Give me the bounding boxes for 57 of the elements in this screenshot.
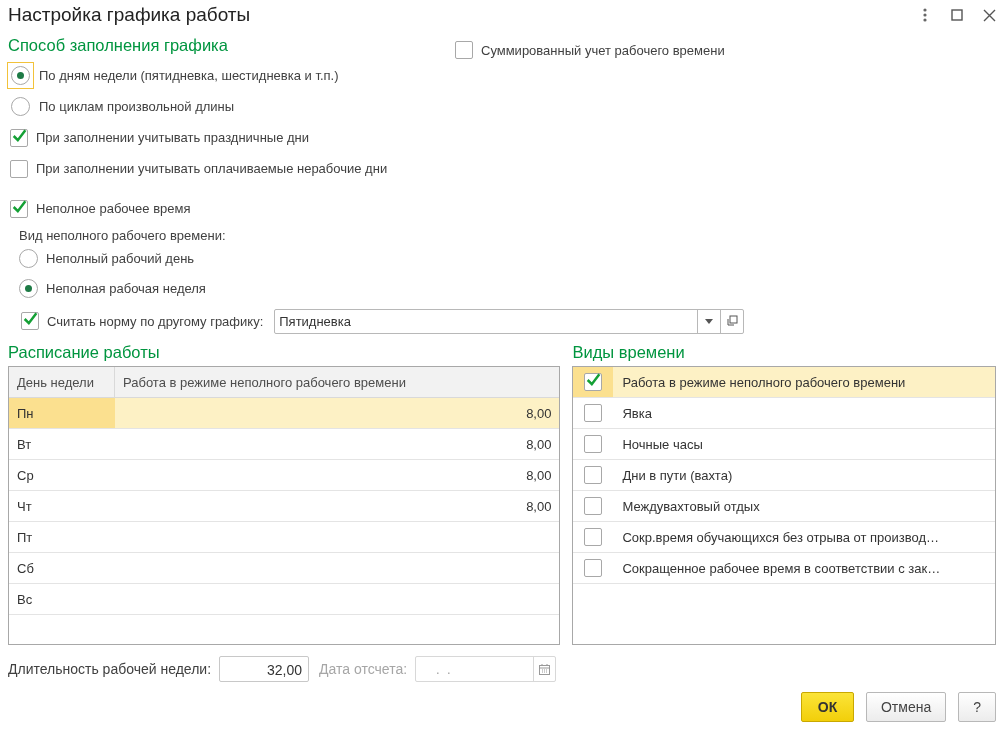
checkbox[interactable]: [10, 199, 28, 218]
window-title: Настройка графика работы: [8, 4, 251, 26]
radio-button[interactable]: [11, 97, 30, 116]
table-cell-text: 8,00: [525, 436, 553, 454]
checkbox-label[interactable]: Считать норму по другому графику:: [47, 313, 264, 329]
table-cell-text: 8,00: [525, 405, 553, 423]
checkbox[interactable]: [455, 41, 473, 59]
section-title: Способ заполнения графика: [8, 35, 228, 55]
list-item[interactable]: Сокращенное рабочее время в соответствии с зак…: [613, 560, 941, 576]
checkbox[interactable]: [10, 128, 28, 147]
checkbox-label[interactable]: При заполнении учитывать оплачиваемые нерабочие дни: [36, 161, 388, 176]
table-cell-text: 8,00: [525, 498, 553, 516]
group-label: Вид неполного рабочего времени:: [19, 227, 226, 243]
table-cell-text: Чт: [16, 498, 33, 516]
table-cell-text: Ср: [16, 467, 35, 485]
checkbox[interactable]: [584, 497, 603, 515]
radio-button[interactable]: [11, 66, 30, 85]
checkbox[interactable]: [584, 373, 603, 391]
checkbox[interactable]: [584, 404, 603, 422]
checkbox[interactable]: [10, 159, 28, 178]
input-field[interactable]: 32,00: [219, 656, 310, 682]
maximize-icon[interactable]: [948, 6, 966, 24]
column-header[interactable]: Работа в режиме неполного рабочего времени: [115, 367, 560, 397]
table-cell: Пн: [9, 398, 115, 428]
radio-label[interactable]: Неполная рабочая неделя: [46, 280, 206, 296]
checkbox-label[interactable]: Суммированный учет рабочего времени: [481, 42, 725, 58]
dialog-button[interactable]: Отмена: [865, 692, 947, 722]
checkbox[interactable]: [584, 528, 603, 546]
field-label: Длительность рабочей недели:: [8, 661, 212, 677]
radio-button[interactable]: [19, 278, 38, 298]
table-cell-text: Вс: [16, 591, 34, 609]
dialog-button[interactable]: ?: [958, 692, 996, 722]
radio-label[interactable]: Неполный рабочий день: [46, 251, 195, 266]
checkbox[interactable]: [584, 559, 603, 577]
radio-label[interactable]: По циклам произвольной длины: [39, 99, 235, 114]
list-item[interactable]: Явка: [613, 405, 652, 421]
list-item[interactable]: Междувахтовый отдых: [613, 498, 760, 514]
checkbox-label[interactable]: Неполное рабочее время: [36, 201, 191, 216]
section-title: Виды времени: [572, 343, 686, 362]
field-label: Дата отсчета:: [319, 661, 408, 677]
dialog-button[interactable]: ОК: [800, 692, 854, 722]
table-cell-text: Вт: [16, 436, 33, 454]
checkbox[interactable]: [584, 466, 603, 484]
checkbox[interactable]: [584, 435, 603, 453]
column-header[interactable]: День недели: [9, 367, 115, 397]
radio-button[interactable]: [19, 249, 38, 268]
checkbox-label[interactable]: При заполнении учитывать праздничные дни: [36, 130, 310, 145]
table-cell-text: 8,00: [525, 467, 553, 485]
schedule-select[interactable]: Пятидневка: [274, 308, 745, 334]
table-cell-text: Сб: [16, 560, 35, 578]
checkbox[interactable]: [21, 312, 39, 330]
list-item[interactable]: Сокр.время обучающихся без отрыва от производ…: [613, 529, 940, 545]
list-item[interactable]: Дни в пути (вахта): [613, 467, 733, 483]
table-cell-text: Пт: [16, 529, 34, 547]
radio-label[interactable]: По дням недели (пятидневка, шестидневка и т.п.): [39, 68, 339, 83]
section-title: Расписание работы: [8, 343, 161, 362]
list-item[interactable]: Ночные часы: [613, 436, 703, 452]
